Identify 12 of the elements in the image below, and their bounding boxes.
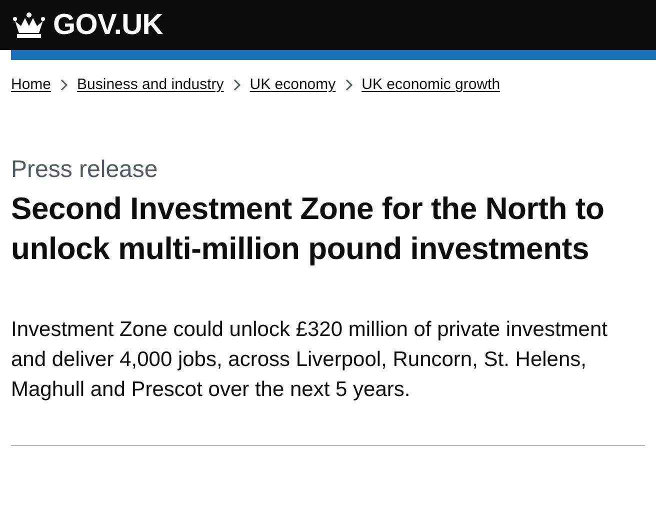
crown-icon — [11, 11, 47, 39]
page-title: Second Investment Zone for the North to unlock multi-million pound investments — [11, 190, 606, 268]
gov-uk-logo[interactable]: GOV.UK — [11, 8, 163, 42]
chevron-icon — [344, 78, 353, 90]
chevron-icon — [60, 78, 68, 90]
breadcrumb-link[interactable]: Home — [11, 76, 52, 93]
document-type: Press release — [11, 155, 159, 185]
summary-text: Investment Zone could unlock £320 million of private investment and deliver 4,000 jobs, across Liverpool, Runcorn, St. Helens, Maghull and Prescot over the next 5 years. — [11, 317, 608, 403]
chevron-icon — [232, 78, 241, 90]
breadcrumb-link[interactable]: UK economic growth — [362, 76, 500, 93]
breadcrumb-link[interactable]: Business and industry — [77, 76, 224, 93]
breadcrumb-link[interactable]: UK economy — [250, 76, 336, 93]
